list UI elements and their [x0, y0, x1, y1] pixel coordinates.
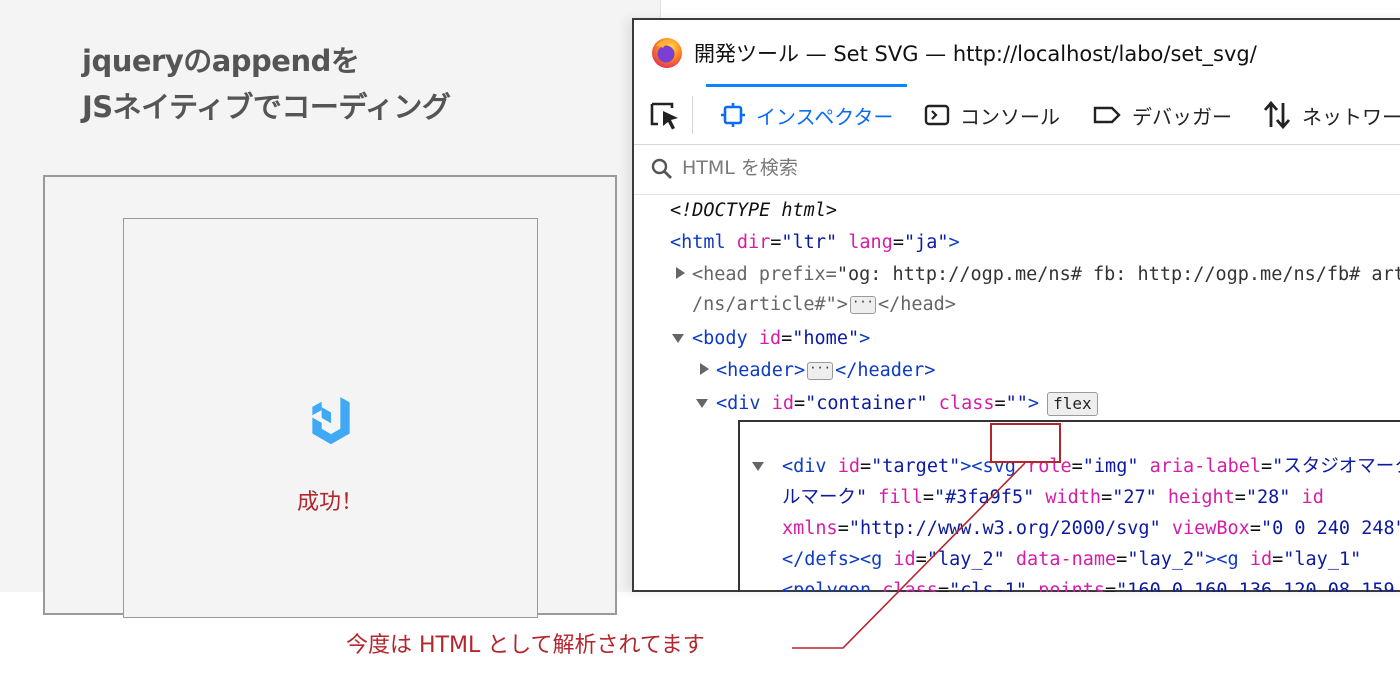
annotation-caption: 今度は HTML として解析されてます [346, 633, 705, 658]
callout-line [792, 462, 1026, 649]
